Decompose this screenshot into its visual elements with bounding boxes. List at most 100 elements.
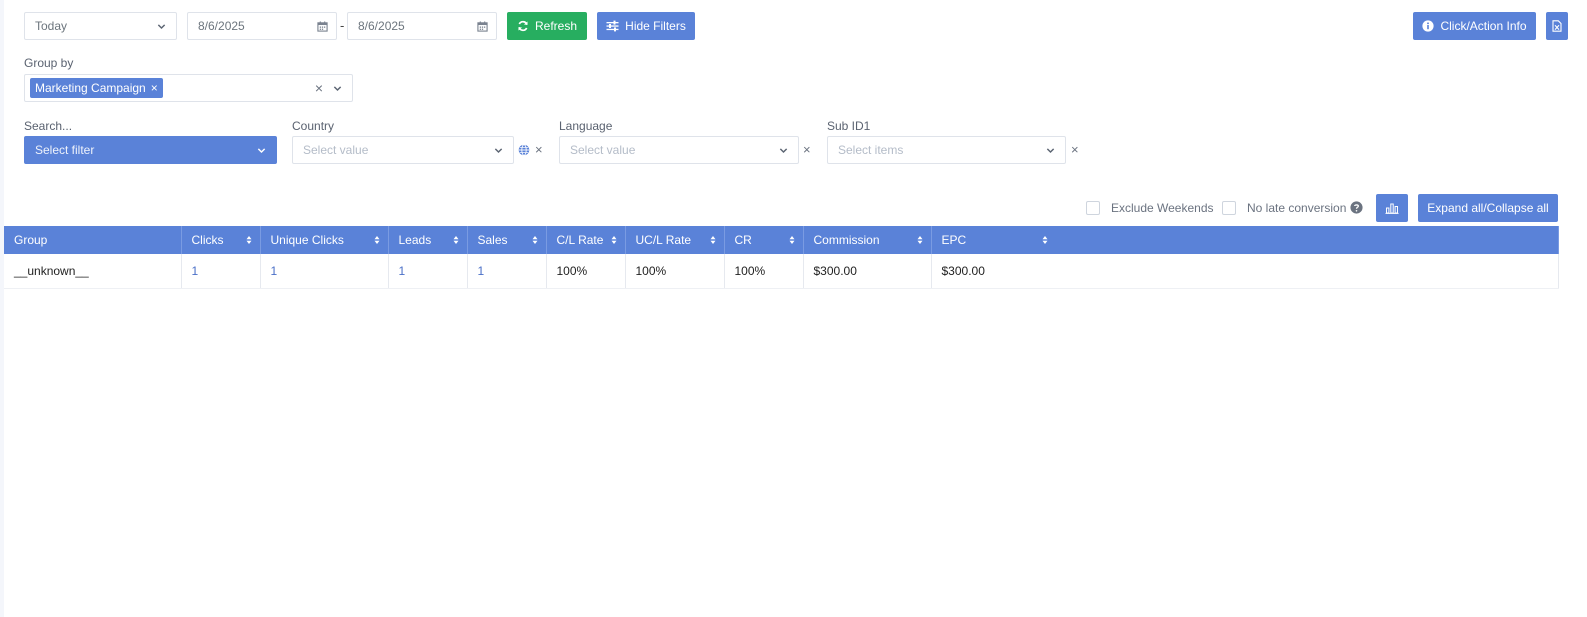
expand-collapse-label: Expand all/Collapse all bbox=[1427, 201, 1549, 215]
sort-icon[interactable] bbox=[374, 235, 380, 245]
group-by-tag: Marketing Campaign × bbox=[30, 78, 163, 98]
report-page: Today 8/6/2025 - 8/6/2025 Refresh Hide F… bbox=[4, 0, 1587, 617]
column-header-label: CR bbox=[734, 233, 752, 247]
column-header-leads[interactable]: Leads bbox=[388, 226, 468, 254]
sort-icon[interactable] bbox=[917, 235, 923, 245]
column-header-cr[interactable]: CR bbox=[724, 226, 804, 254]
search-filter-label: Search... bbox=[24, 119, 73, 133]
cell-cl-rate: 100% bbox=[546, 254, 626, 289]
globe-icon[interactable] bbox=[518, 144, 530, 156]
info-icon bbox=[1422, 20, 1435, 32]
column-header-unique-clicks[interactable]: Unique Clicks bbox=[260, 226, 389, 254]
calendar-icon[interactable] bbox=[317, 20, 328, 32]
cell-unique-clicks[interactable]: 1 bbox=[260, 254, 389, 289]
column-header-cl-rate[interactable]: C/L Rate bbox=[546, 226, 626, 254]
export-excel-button[interactable] bbox=[1546, 12, 1568, 40]
column-header-label: Clicks bbox=[191, 233, 224, 247]
cell-cr: 100% bbox=[724, 254, 804, 289]
calendar-icon[interactable] bbox=[477, 20, 488, 32]
column-header-label: C/L Rate bbox=[556, 233, 604, 247]
cell-clicks[interactable]: 1 bbox=[181, 254, 261, 289]
country-clear-icon[interactable]: × bbox=[535, 142, 543, 157]
end-date-input[interactable]: 8/6/2025 bbox=[347, 12, 497, 40]
column-header-epc[interactable]: EPC bbox=[931, 226, 1559, 254]
expand-collapse-button[interactable]: Expand all/Collapse all bbox=[1418, 194, 1558, 222]
chevron-down-icon[interactable] bbox=[333, 84, 342, 93]
cell-ucl-rate: 100% bbox=[625, 254, 725, 289]
chart-view-button[interactable] bbox=[1376, 194, 1408, 222]
chevron-down-icon bbox=[257, 147, 266, 153]
chevron-down-icon bbox=[157, 23, 166, 29]
country-label: Country bbox=[292, 119, 335, 133]
click-action-info-label: Click/Action Info bbox=[1440, 19, 1527, 33]
date-preset-select[interactable]: Today bbox=[24, 12, 177, 40]
start-date-value: 8/6/2025 bbox=[198, 19, 245, 33]
refresh-button[interactable]: Refresh bbox=[507, 12, 587, 40]
no-late-conversion-label: No late conversion bbox=[1247, 201, 1347, 215]
click-action-info-button[interactable]: Click/Action Info bbox=[1413, 12, 1536, 40]
hide-filters-label: Hide Filters bbox=[625, 19, 686, 33]
bar-chart-icon bbox=[1385, 203, 1399, 214]
subid-clear-icon[interactable]: × bbox=[1071, 142, 1079, 157]
cell-group[interactable]: __unknown__ bbox=[4, 254, 182, 289]
hide-filters-button[interactable]: Hide Filters bbox=[597, 12, 695, 40]
tag-remove-icon[interactable]: × bbox=[151, 81, 158, 95]
column-header-label: Sales bbox=[477, 233, 508, 247]
column-header-label: UC/L Rate bbox=[635, 233, 692, 247]
column-header-label: Unique Clicks bbox=[270, 233, 344, 247]
date-separator: - bbox=[340, 18, 345, 33]
sort-icon[interactable] bbox=[453, 235, 459, 245]
column-header-label: Commission bbox=[813, 233, 880, 247]
sliders-icon bbox=[606, 20, 619, 32]
refresh-icon bbox=[518, 20, 528, 32]
group-by-label: Group by bbox=[24, 56, 74, 70]
refresh-label: Refresh bbox=[534, 19, 578, 33]
column-header-sales[interactable]: Sales bbox=[467, 226, 547, 254]
search-filter-select[interactable]: Select filter bbox=[24, 136, 277, 164]
subid-label: Sub ID1 bbox=[827, 119, 871, 133]
exclude-weekends-checkbox[interactable] bbox=[1086, 201, 1100, 215]
chevron-down-icon bbox=[779, 147, 788, 153]
subid-placeholder: Select items bbox=[838, 143, 904, 157]
search-filter-value: Select filter bbox=[35, 143, 95, 157]
cell-epc: $300.00 bbox=[931, 254, 1559, 289]
language-label: Language bbox=[559, 119, 613, 133]
start-date-input[interactable]: 8/6/2025 bbox=[187, 12, 337, 40]
table-row: __unknown__ 1 1 1 1 100% 100% 100% $300.… bbox=[4, 254, 1559, 289]
chevron-down-icon bbox=[1046, 147, 1055, 153]
sort-icon[interactable] bbox=[1042, 235, 1048, 245]
date-preset-value: Today bbox=[35, 19, 68, 33]
column-header-label: Group bbox=[14, 233, 48, 247]
end-date-value: 8/6/2025 bbox=[358, 19, 405, 33]
group-by-tag-label: Marketing Campaign bbox=[35, 81, 146, 95]
sort-icon[interactable] bbox=[789, 235, 795, 245]
question-icon[interactable] bbox=[1350, 201, 1363, 214]
sort-icon[interactable] bbox=[532, 235, 538, 245]
column-header-group[interactable]: Group bbox=[4, 226, 182, 254]
cell-leads[interactable]: 1 bbox=[388, 254, 468, 289]
clear-icon[interactable]: × bbox=[315, 80, 323, 96]
language-placeholder: Select value bbox=[570, 143, 636, 157]
table-header-row: Group Clicks Unique Clicks Leads Sales C… bbox=[4, 226, 1559, 254]
column-header-clicks[interactable]: Clicks bbox=[181, 226, 261, 254]
column-header-commission[interactable]: Commission bbox=[803, 226, 932, 254]
column-header-ucl-rate[interactable]: UC/L Rate bbox=[625, 226, 725, 254]
exclude-weekends-label: Exclude Weekends bbox=[1111, 201, 1214, 215]
country-select[interactable]: Select value bbox=[292, 136, 514, 164]
language-clear-icon[interactable]: × bbox=[803, 142, 811, 157]
column-header-label: EPC bbox=[941, 233, 967, 247]
group-by-select[interactable]: Marketing Campaign × × bbox=[24, 74, 353, 102]
cell-commission: $300.00 bbox=[803, 254, 932, 289]
sort-icon[interactable] bbox=[246, 235, 252, 245]
sort-icon[interactable] bbox=[710, 235, 716, 245]
no-late-conversion-checkbox[interactable] bbox=[1222, 201, 1236, 215]
country-placeholder: Select value bbox=[303, 143, 369, 157]
language-select[interactable]: Select value bbox=[559, 136, 799, 164]
column-header-label: Leads bbox=[398, 233, 432, 247]
subid-select[interactable]: Select items bbox=[827, 136, 1066, 164]
sort-icon[interactable] bbox=[611, 235, 617, 245]
chevron-down-icon bbox=[494, 147, 503, 153]
cell-sales[interactable]: 1 bbox=[467, 254, 547, 289]
excel-file-icon bbox=[1552, 20, 1562, 32]
report-table: Group Clicks Unique Clicks Leads Sales C… bbox=[4, 226, 1559, 289]
